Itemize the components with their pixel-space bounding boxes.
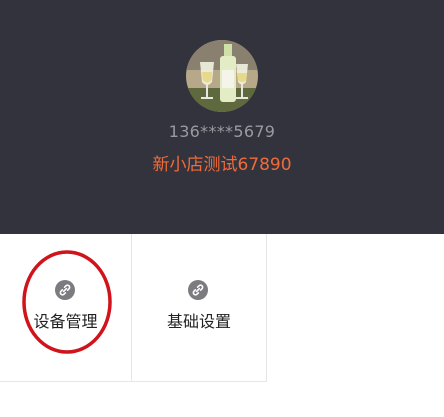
basic-settings-label: 基础设置 bbox=[166, 312, 231, 331]
page: 136****5679 新小店测试67890 设备管理 基础设置 bbox=[0, 0, 444, 417]
device-management-label: 设备管理 bbox=[33, 312, 98, 331]
basic-settings-button[interactable]: 基础设置 bbox=[132, 234, 267, 382]
avatar[interactable] bbox=[186, 40, 258, 112]
profile-header: 136****5679 新小店测试67890 bbox=[0, 0, 444, 234]
device-management-button[interactable]: 设备管理 bbox=[0, 234, 132, 382]
link-icon bbox=[55, 280, 75, 300]
shop-name: 新小店测试67890 bbox=[152, 155, 292, 175]
menu-grid: 设备管理 基础设置 bbox=[0, 234, 267, 383]
phone-number: 136****5679 bbox=[168, 122, 276, 141]
avatar-image bbox=[186, 40, 258, 112]
link-icon bbox=[188, 280, 208, 300]
